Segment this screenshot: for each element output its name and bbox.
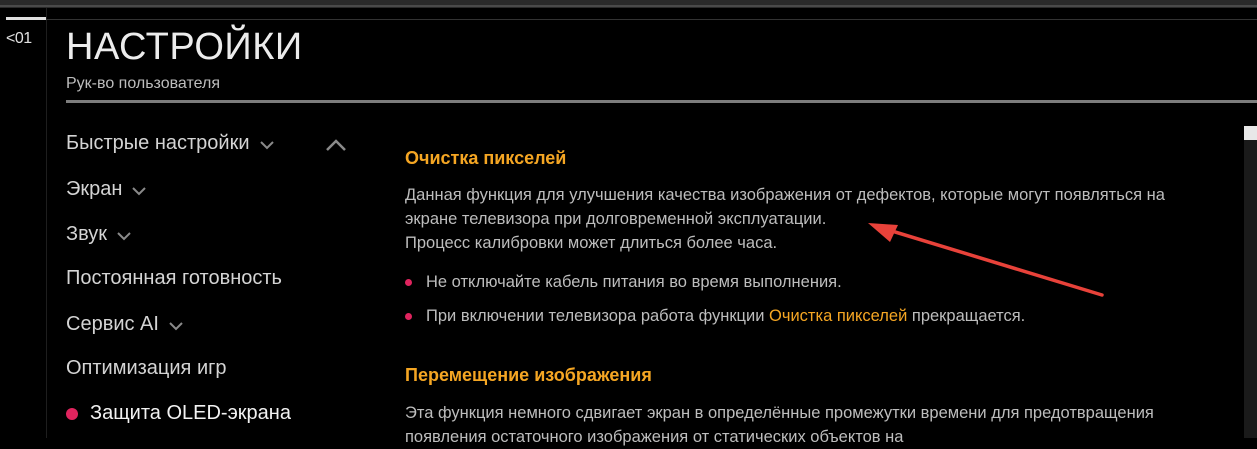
sidebar-item-sound[interactable]: Звук xyxy=(66,222,131,247)
sidebar-item-label: Экран xyxy=(66,178,123,200)
sidebar-item-oled-protection[interactable]: Защита OLED-экрана xyxy=(66,402,291,425)
bullet-text-prefix: При включении телевизора работа функции xyxy=(426,307,770,325)
header-divider xyxy=(66,100,1257,103)
active-dot-icon xyxy=(66,407,78,420)
window-top-border xyxy=(0,5,1257,7)
bullet-item: Не отключайте кабель питания во время вы… xyxy=(405,273,842,292)
chevron-down-icon xyxy=(117,224,131,247)
sidebar-item-label: Быстрые настройки xyxy=(66,132,250,154)
sidebar-item-screen[interactable]: Экран xyxy=(66,177,147,202)
sidebar-item-game-optimizer[interactable]: Оптимизация игр xyxy=(66,357,227,380)
page-title: НАСТРОЙКИ xyxy=(66,26,303,68)
section-heading-screen-shift: Перемещение изображения xyxy=(405,365,652,385)
scroll-up-button[interactable] xyxy=(1244,126,1257,140)
scrollbar[interactable] xyxy=(1244,126,1257,438)
chevron-down-icon xyxy=(132,179,147,202)
chevron-down-icon xyxy=(169,314,183,337)
section-paragraph: Процесс калибровки может длиться более ч… xyxy=(405,234,778,252)
sidebar-item-label: Сервис AI xyxy=(66,313,159,335)
back-mark[interactable] xyxy=(6,17,46,20)
bullet-dot-icon xyxy=(405,313,412,320)
collapse-icon[interactable] xyxy=(326,138,346,156)
sidebar-item-label: Постоянная готовность xyxy=(66,267,282,289)
bullet-text: При включении телевизора работа функции … xyxy=(426,307,1025,326)
section-paragraph: Эта функция немного сдвигает экран в опр… xyxy=(405,404,1154,446)
sidebar-item-label: Оптимизация игр xyxy=(66,357,227,379)
chevron-down-icon xyxy=(259,133,274,156)
bullet-dot-icon xyxy=(405,279,412,286)
side-rule xyxy=(46,8,47,438)
sidebar-item-label: Защита OLED-экрана xyxy=(90,402,291,424)
bullet-item: При включении телевизора работа функции … xyxy=(405,307,1025,326)
section-paragraph: Данная функция для улучшения качества из… xyxy=(405,186,1165,228)
pixel-refresher-link[interactable]: Очистка пикселей xyxy=(769,307,907,325)
sidebar-item-ai-service[interactable]: Сервис AI xyxy=(66,312,183,337)
page-subtitle: Рук-во пользователя xyxy=(66,75,220,92)
header-rule xyxy=(46,19,1257,20)
section-heading-pixel-refresher: Очистка пикселей xyxy=(405,148,567,168)
sidebar-item-quick-settings[interactable]: Быстрые настройки xyxy=(66,131,274,156)
bullet-text-suffix: прекращается. xyxy=(907,307,1026,325)
sidebar-item-label: Звук xyxy=(66,223,108,245)
page-number[interactable]: <01 xyxy=(6,30,32,48)
sidebar-item-standby[interactable]: Постоянная готовность xyxy=(66,267,282,290)
bullet-text: Не отключайте кабель питания во время вы… xyxy=(426,273,842,291)
